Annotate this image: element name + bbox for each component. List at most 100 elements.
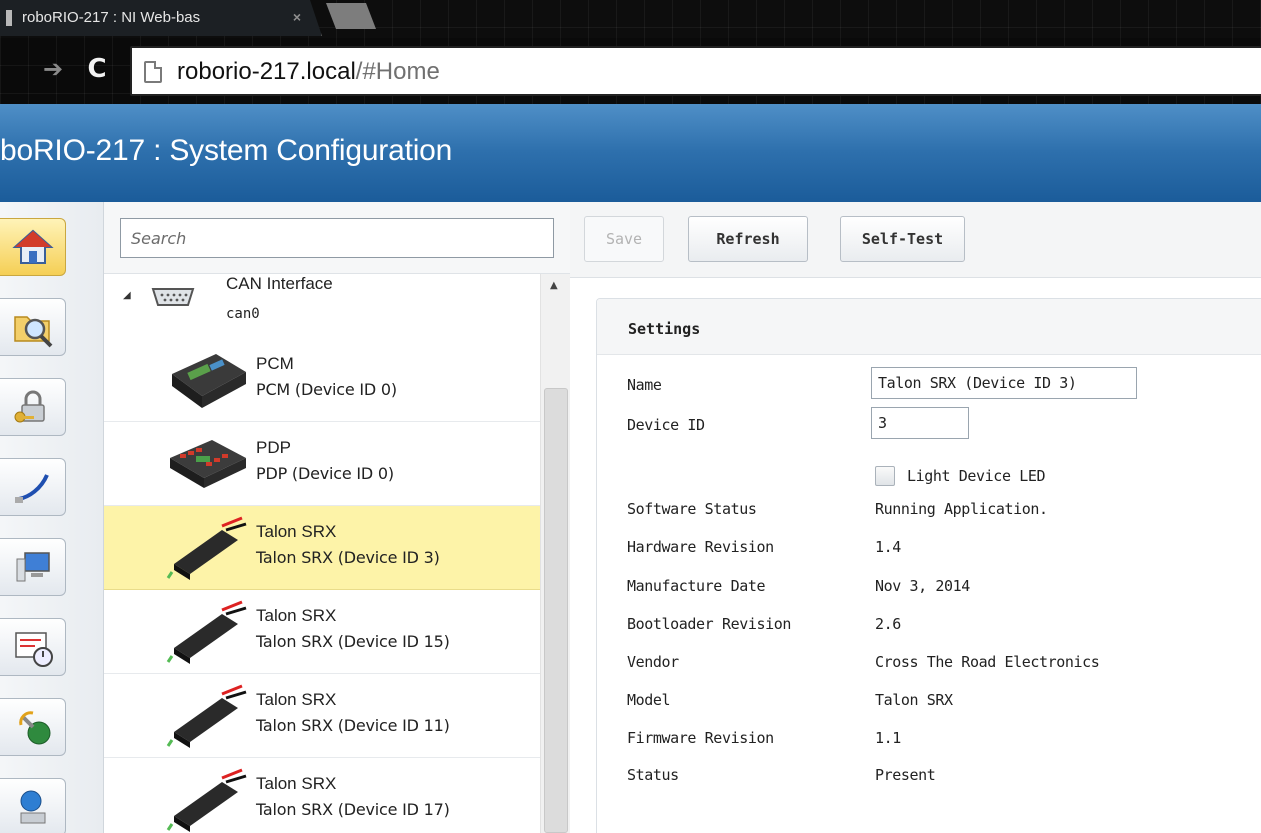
schedule-nav-button[interactable] — [0, 618, 66, 676]
browser-tab[interactable]: roboRIO-217 : NI Web-bas × — [0, 0, 322, 36]
home-icon — [11, 229, 54, 264]
manufacture-date-label: Manufacture Date — [627, 577, 766, 595]
device-detail-panel: Save Refresh Self-Test Settings Name Dev… — [570, 202, 1261, 833]
tree-item-talon-srx-15[interactable]: Talon SRX Talon SRX (Device ID 15) — [104, 590, 540, 674]
tree-item-pdp[interactable]: PDP PDP (Device ID 0) — [104, 422, 540, 506]
tree-item-pcm[interactable]: PCM PCM (Device ID 0) — [104, 338, 540, 422]
talon-srx-icon — [166, 684, 247, 748]
light-led-option[interactable]: Light Device LED — [875, 465, 1045, 487]
tree-item-sublabel: Talon SRX (Device ID 3) — [256, 548, 440, 567]
schedule-clock-icon — [14, 632, 53, 667]
folder-search-icon — [13, 316, 52, 348]
tree-item-talon-srx-17[interactable]: Talon SRX Talon SRX (Device ID 17) — [104, 758, 540, 833]
talon-srx-icon — [166, 516, 247, 580]
hardware-revision-label: Hardware Revision — [627, 538, 774, 556]
software-status-label: Software Status — [627, 500, 757, 518]
monitor-nav-button[interactable] — [0, 538, 66, 596]
url-path: /#Home — [355, 58, 440, 85]
settings-heading: Settings — [628, 320, 701, 338]
name-label: Name — [627, 376, 662, 394]
tree-item-label: CAN Interface — [226, 274, 333, 293]
forward-arrow-icon[interactable]: ➔ — [38, 52, 68, 86]
light-led-checkbox[interactable] — [875, 466, 895, 486]
status-value: Present — [875, 766, 936, 784]
favicon-icon — [6, 10, 12, 26]
talon-srx-icon — [166, 600, 247, 664]
firmware-revision-value: 1.1 — [875, 729, 901, 747]
tree-item-label: PDP — [256, 438, 291, 457]
software-status-value: Running Application. — [875, 500, 1048, 518]
search-input[interactable] — [120, 218, 554, 258]
tree-item-talon-srx-11[interactable]: Talon SRX Talon SRX (Device ID 11) — [104, 674, 540, 758]
network-nav-button[interactable] — [0, 458, 66, 516]
tree-item-label: Talon SRX — [256, 690, 337, 709]
nav-rail — [0, 202, 104, 833]
light-led-label: Light Device LED — [907, 467, 1046, 485]
pdp-device-icon — [170, 440, 246, 488]
remote-computer-icon — [20, 790, 45, 824]
bootloader-revision-value: 2.6 — [875, 615, 901, 633]
reload-icon[interactable]: C — [82, 52, 112, 86]
page-icon — [144, 61, 162, 83]
can-port-icon — [151, 288, 195, 306]
bootloader-revision-label: Bootloader Revision — [627, 615, 791, 633]
close-tab-icon[interactable]: × — [289, 9, 305, 25]
address-url[interactable]: roborio-217.local/#Home — [177, 58, 440, 86]
tree-item-label: Talon SRX — [256, 522, 337, 541]
self-test-button[interactable]: Self-Test — [840, 216, 965, 262]
device-tree-panel: ◢ CAN Interface can0 PCM PCM (Device ID … — [104, 202, 570, 833]
device-id-label: Device ID — [627, 416, 705, 434]
tree-item-label: PCM — [256, 354, 294, 373]
monitor-icon — [16, 552, 50, 582]
tree-item-sublabel: Talon SRX (Device ID 15) — [256, 632, 450, 651]
device-tree: ◢ CAN Interface can0 PCM PCM (Device ID … — [104, 274, 540, 833]
action-bar: Save Refresh Self-Test — [570, 202, 1261, 278]
tree-item-can-interface[interactable]: ◢ CAN Interface can0 — [104, 274, 540, 338]
save-button[interactable]: Save — [584, 216, 664, 262]
vendor-value: Cross The Road Electronics — [875, 653, 1100, 671]
scroll-up-arrow-icon[interactable]: ▲ — [550, 280, 558, 291]
tree-item-sublabel: PCM (Device ID 0) — [256, 380, 397, 399]
settings-section: Settings Name Device ID Light Device LED… — [596, 298, 1261, 833]
status-label: Status — [627, 766, 679, 784]
tree-item-sublabel: can0 — [226, 306, 260, 322]
browser-tab-strip: roboRIO-217 : NI Web-bas × — [0, 0, 1261, 38]
url-host: roborio-217.local — [177, 58, 356, 85]
model-value: Talon SRX — [875, 691, 953, 709]
address-bar[interactable]: roborio-217.local/#Home — [130, 46, 1261, 96]
manufacture-date-value: Nov 3, 2014 — [875, 577, 970, 595]
software-nav-button[interactable] — [0, 298, 66, 356]
scrollbar-thumb[interactable] — [544, 388, 568, 833]
app-header: boRIO-217 : System Configuration — [0, 104, 1261, 202]
vendor-label: Vendor — [627, 653, 679, 671]
hardware-revision-value: 1.4 — [875, 538, 901, 556]
browser-toolbar: ➔ C roborio-217.local/#Home — [0, 38, 1261, 104]
collapse-toggle-icon[interactable]: ◢ — [123, 290, 131, 301]
search-bar — [104, 202, 570, 274]
tree-item-sublabel: Talon SRX (Device ID 11) — [256, 716, 450, 735]
page-title: boRIO-217 : System Configuration — [0, 134, 453, 167]
new-tab-button[interactable] — [326, 3, 376, 29]
home-nav-button[interactable] — [0, 218, 66, 276]
security-lock-icon — [14, 390, 45, 423]
browser-tab-title: roboRIO-217 : NI Web-bas — [22, 9, 201, 26]
pcm-device-icon — [172, 354, 246, 408]
tree-item-label: Talon SRX — [256, 774, 337, 793]
device-id-field[interactable] — [871, 407, 969, 439]
network-cable-icon — [14, 474, 49, 503]
model-label: Model — [627, 691, 671, 709]
refresh-button[interactable]: Refresh — [688, 216, 808, 262]
tree-item-label: Talon SRX — [256, 606, 337, 625]
talon-srx-icon — [166, 768, 247, 832]
tree-item-talon-srx-3[interactable]: Talon SRX Talon SRX (Device ID 3) — [104, 506, 540, 590]
web-services-globe-icon — [18, 711, 50, 745]
security-nav-button[interactable] — [0, 378, 66, 436]
web-services-nav-button[interactable] — [0, 698, 66, 756]
tree-item-sublabel: PDP (Device ID 0) — [256, 464, 394, 483]
remote-nav-button[interactable] — [0, 778, 66, 833]
tree-scrollbar[interactable]: ▲ — [540, 274, 570, 833]
tree-item-sublabel: Talon SRX (Device ID 17) — [256, 800, 450, 819]
settings-header: Settings — [597, 299, 1261, 355]
firmware-revision-label: Firmware Revision — [627, 729, 774, 747]
name-field[interactable] — [871, 367, 1137, 399]
